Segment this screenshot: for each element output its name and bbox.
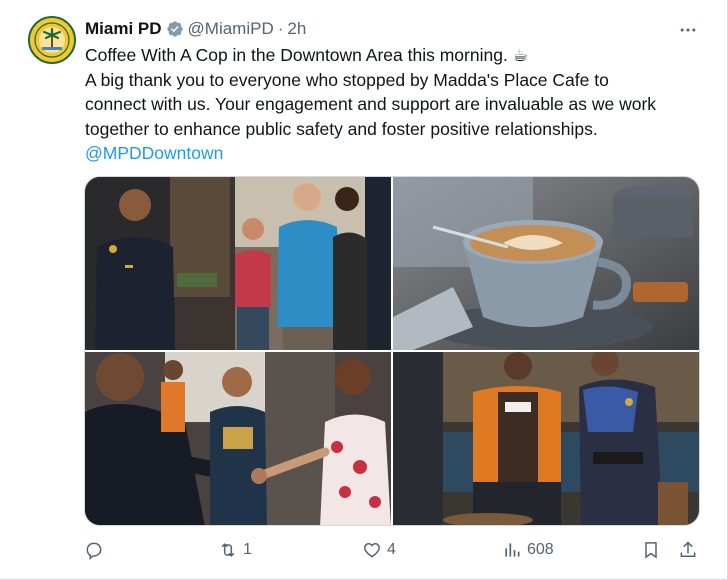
like-button[interactable]: 4 — [362, 536, 396, 564]
bookmark-icon — [645, 542, 657, 559]
share-icon — [680, 541, 696, 557]
verified-badge-icon[interactable] — [166, 20, 184, 38]
tweet-text: Coffee With A Cop in the Downtown Area t… — [85, 43, 705, 166]
more-button[interactable] — [674, 16, 702, 44]
photo-handshake[interactable] — [85, 352, 391, 525]
share-button[interactable] — [678, 536, 698, 564]
retweet-icon — [221, 543, 235, 557]
like-count: 4 — [387, 541, 396, 558]
views-count: 608 — [527, 541, 554, 558]
views-icon — [505, 543, 520, 557]
photo-latte[interactable] — [393, 177, 699, 350]
timestamp[interactable]: 2h — [287, 19, 306, 39]
photo-officers-greeting[interactable] — [85, 177, 391, 350]
author-name[interactable]: Miami PD — [85, 19, 162, 39]
retweet-button[interactable]: 1 — [218, 536, 252, 564]
bookmark-button[interactable] — [641, 536, 661, 564]
city-seal-logo — [30, 18, 74, 62]
separator-dot: · — [277, 19, 284, 38]
retweet-count: 1 — [243, 541, 252, 558]
media-grid — [84, 176, 700, 526]
photo-officers-cafe[interactable] — [393, 352, 699, 525]
more-dots-icon — [680, 28, 696, 32]
author-handle[interactable]: @MiamiPD — [188, 19, 274, 39]
reply-icon — [86, 542, 102, 560]
views-button[interactable]: 608 — [502, 536, 554, 564]
tweet-header: Miami PD @MiamiPD · 2h — [85, 18, 306, 40]
action-bar: 1 4 608 — [84, 536, 704, 566]
avatar[interactable] — [28, 16, 76, 64]
tweet-line: Coffee With A Cop in the Downtown Area t… — [85, 45, 529, 65]
tweet-card: Miami PD @MiamiPD · 2h Coffee With A Cop… — [0, 0, 728, 580]
mention-link[interactable]: @MPDDowntown — [85, 143, 223, 163]
tweet-line: connect with us. Your engagement and sup… — [85, 94, 657, 114]
reply-button[interactable] — [84, 536, 109, 564]
tweet-line: A big thank you to everyone who stopped … — [85, 69, 609, 90]
heart-icon — [364, 542, 380, 558]
tweet-line: together to enhance public safety and fo… — [85, 118, 598, 139]
